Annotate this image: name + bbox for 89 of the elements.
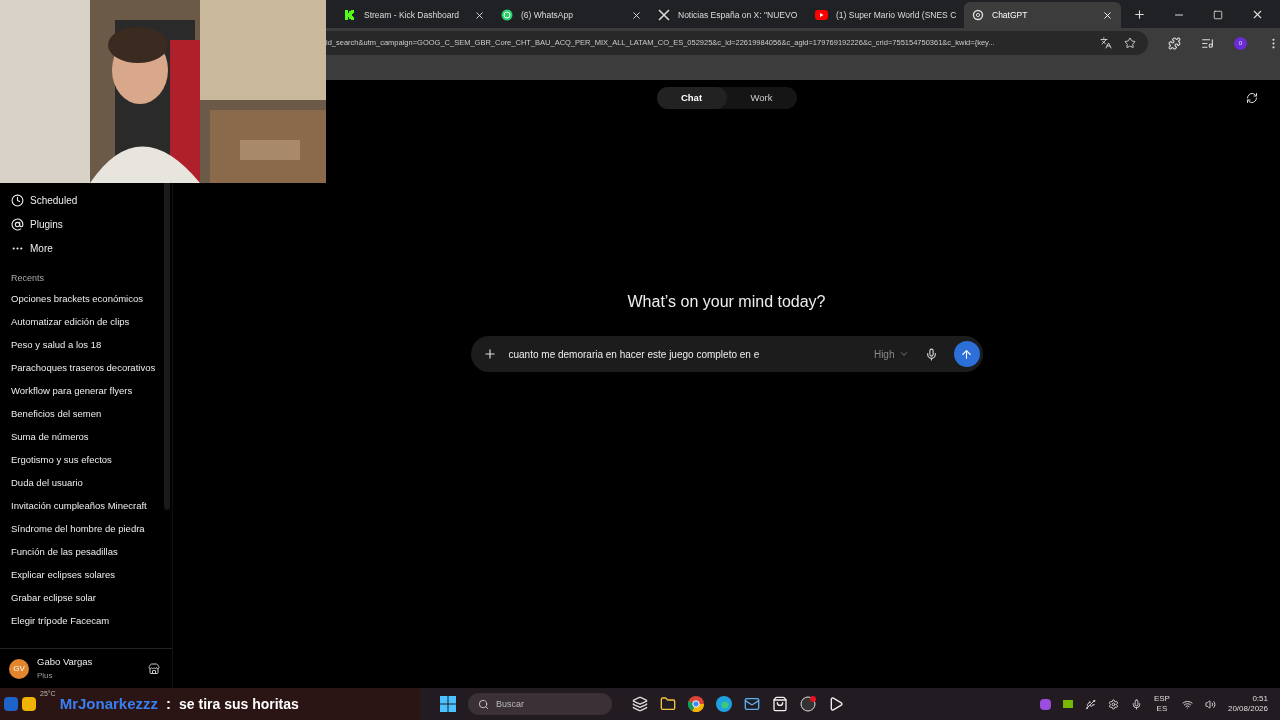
microphone-icon[interactable] (1130, 698, 1142, 710)
recent-chat[interactable]: Workflow para generar flyers (0, 380, 164, 403)
nav-label: Scheduled (30, 193, 78, 208)
browser-tab[interactable]: (6) WhatsApp (493, 2, 650, 28)
chat-username: MrJonarkezzz (59, 693, 158, 714)
language-code[interactable]: ESP (1153, 694, 1170, 704)
recent-chat[interactable]: Función de las pesadillas (0, 541, 164, 564)
user-avatar: GV (9, 658, 29, 679)
tab-title: Noticias España on X: "NUEVO (678, 8, 798, 22)
recent-chat[interactable]: Beneficios del semen (0, 403, 164, 426)
recent-chat[interactable]: Grabar eclipse solar (0, 587, 164, 610)
refresh-icon[interactable] (1246, 92, 1258, 104)
send-button[interactable] (953, 341, 980, 367)
recent-chat[interactable]: Parachoques traseros decorativos (0, 357, 164, 380)
k-logo-icon (344, 9, 356, 21)
store-icon[interactable] (148, 662, 160, 675)
recent-chat[interactable]: Explicar eclipses solares (0, 564, 164, 587)
message-composer[interactable]: cuanto me demoraria en hacer este juego completo en e High (470, 336, 983, 372)
model-dropdown[interactable]: High (873, 346, 909, 362)
folder-icon[interactable] (660, 696, 676, 712)
at-sign-icon (11, 217, 24, 231)
task-view-icon[interactable] (632, 696, 648, 712)
record-app-icon[interactable] (800, 696, 816, 712)
mode-tab[interactable]: Chat (656, 87, 727, 109)
translate-icon[interactable] (1100, 37, 1112, 49)
nav-label: More (30, 241, 53, 256)
windows-logo-icon[interactable] (440, 696, 456, 712)
settings-icon[interactable] (1107, 698, 1119, 710)
search-icon (478, 698, 489, 710)
nav-label: Plugins (30, 217, 63, 232)
tab-title: ChatGPT (992, 8, 1029, 22)
close-icon[interactable] (1251, 8, 1264, 21)
extensions-icon[interactable] (1168, 36, 1181, 50)
browser-tab[interactable]: ChatGPT (964, 2, 1121, 28)
tray-app-icon[interactable] (1039, 698, 1051, 710)
tab-title: (6) WhatsApp (521, 8, 574, 22)
nav-item[interactable]: Plugins (0, 212, 164, 236)
recent-chat[interactable]: Invitación cumpleaños Minecraft (0, 495, 164, 518)
browser-tab[interactable]: Noticias España on X: "NUEVO (650, 2, 807, 28)
usb-icon[interactable] (1084, 698, 1096, 710)
browser-tab[interactable]: (1) Super Mario World (SNES C (807, 2, 964, 28)
media-list-icon[interactable] (1201, 36, 1214, 50)
user-plan: Plus (37, 669, 54, 682)
wifi-icon[interactable] (1181, 698, 1193, 710)
new-tab-icon[interactable] (1133, 8, 1146, 21)
tab-title: Stream - Kick Dashboard (364, 8, 460, 22)
chat-message: se tira sus horitas (179, 694, 299, 714)
nav-item[interactable]: Scheduled (0, 188, 164, 212)
search-field[interactable]: Buscar (468, 693, 612, 715)
wave-logo-icon[interactable] (716, 696, 732, 712)
clock-icon (11, 193, 24, 207)
recent-chat[interactable]: Peso y salud a los 18 (0, 334, 164, 357)
recent-chat[interactable]: Suma de números (0, 426, 164, 449)
browser-logo-icon[interactable] (688, 696, 704, 712)
clock-date[interactable]: 20/08/2026 (1227, 704, 1268, 714)
recent-chat[interactable]: Síndrome del hombre de piedra (0, 518, 164, 541)
close-icon[interactable] (631, 9, 642, 21)
recent-chat[interactable]: Duda del usuario (0, 472, 164, 495)
section-label: Recents (10, 272, 46, 285)
close-icon[interactable] (474, 9, 485, 21)
tab-title: (1) Super Mario World (SNES C (836, 8, 957, 22)
x-logo-icon (658, 9, 670, 21)
close-icon[interactable] (1102, 9, 1113, 21)
mail-icon[interactable] (744, 696, 760, 712)
clock-time[interactable]: 0:51 (1252, 694, 1268, 704)
recent-chat[interactable]: Elegir trípode Facecam (0, 610, 164, 633)
store-bag-icon[interactable] (772, 696, 788, 712)
volume-icon[interactable] (1204, 698, 1216, 710)
nav-item[interactable]: More (0, 236, 164, 260)
add-icon[interactable] (482, 347, 497, 361)
mode-tab[interactable]: Work (726, 87, 797, 109)
restore-icon[interactable] (1213, 9, 1223, 20)
browser-tab[interactable]: Stream - Kick Dashboard (336, 2, 493, 28)
arrow-up-icon (960, 347, 973, 361)
chat-bubble-icon (501, 9, 513, 21)
player-icon[interactable] (828, 696, 844, 712)
microphone-icon[interactable] (924, 347, 938, 361)
keyboard-layout[interactable]: ES (1156, 704, 1168, 714)
tray-gpu-icon[interactable] (1062, 700, 1073, 708)
chat-separator: : (166, 693, 171, 714)
caret-icon (898, 349, 909, 359)
recent-chat[interactable]: Automatizar edición de clips (0, 311, 164, 334)
play-logo-icon (815, 10, 828, 20)
recent-chat[interactable]: Opciones brackets económicos (0, 288, 164, 311)
knot-logo-icon (972, 9, 984, 21)
recent-chat[interactable]: Ergotismo y sus efectos (0, 449, 164, 472)
user-name: Gabo Vargas (37, 655, 94, 670)
greeting-heading: What’s on your mind today? (627, 292, 826, 312)
bookmark-star-icon[interactable] (1124, 37, 1136, 49)
